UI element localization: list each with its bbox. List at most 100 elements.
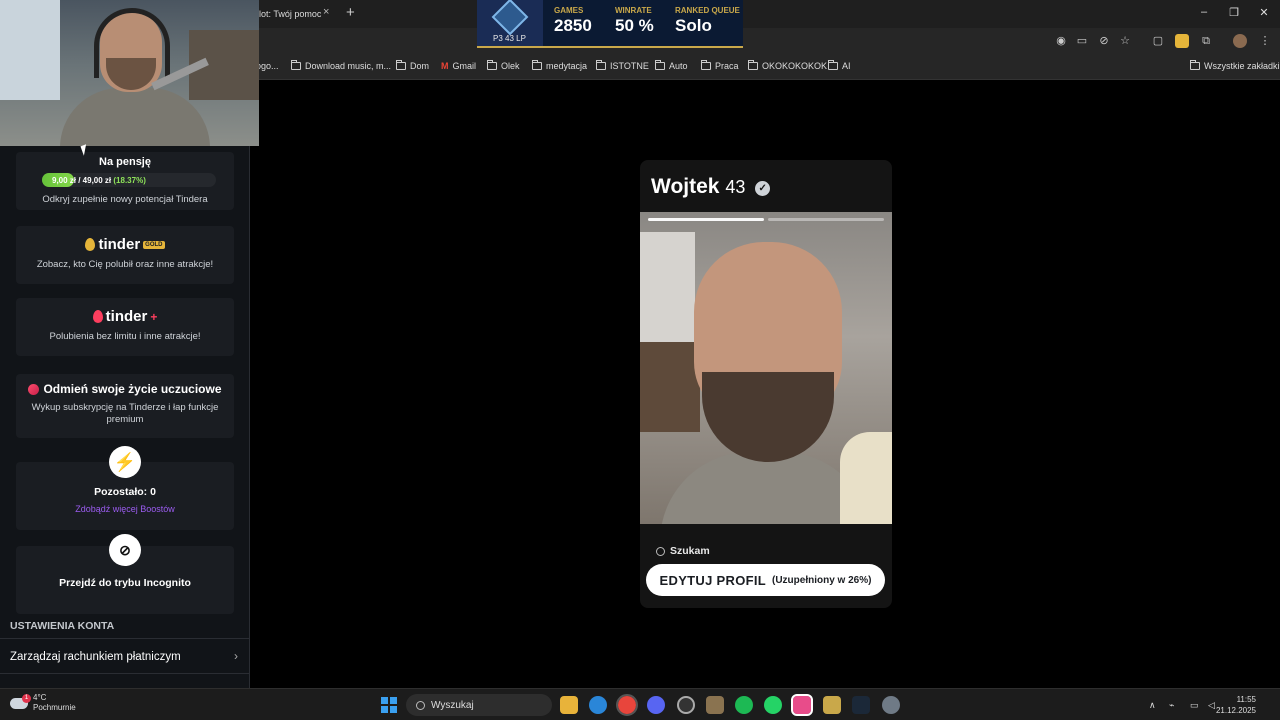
photo-pager-bar[interactable] xyxy=(648,218,764,221)
settings-gear-icon[interactable] xyxy=(882,696,900,714)
bookmark-item[interactable]: OKOKOKOKOK xyxy=(748,60,828,71)
folder-icon xyxy=(532,60,542,70)
bookmark-item[interactable]: Olek xyxy=(487,60,520,71)
close-window-button[interactable]: ✕ xyxy=(1254,6,1274,19)
pension-goal-card[interactable]: Na pensję 9,00 zł / 49,00 zł (18.37%) Od… xyxy=(16,152,234,210)
bookmark-label: OKOKOKOKOK xyxy=(762,61,828,71)
stat-value: 2850 xyxy=(554,16,592,35)
bookmark-item[interactable]: ISTOTNE xyxy=(596,60,649,71)
bookmark-label: AI xyxy=(842,61,851,71)
bookmark-label: ISTOTNE xyxy=(610,61,649,71)
bookmark-item[interactable]: M Gmail xyxy=(441,61,476,71)
profile-card: Wojtek 43 ✓ Szukam EDYTUJ PROFIL (Uzupeł… xyxy=(640,160,892,608)
edge-icon[interactable] xyxy=(589,696,607,714)
plus-desc: Polubienia bez limitu i inne atrakcje! xyxy=(49,331,201,342)
new-tab-button[interactable]: + xyxy=(346,4,355,21)
profile-avatar[interactable] xyxy=(1233,34,1247,48)
profile-photo[interactable] xyxy=(640,212,892,524)
folder-icon xyxy=(596,60,606,70)
discord-icon[interactable] xyxy=(647,696,665,714)
spotify-icon[interactable] xyxy=(735,696,753,714)
search-icon xyxy=(656,546,665,556)
bookmark-item[interactable]: Praca xyxy=(701,60,739,71)
pension-title: Na pensję xyxy=(99,156,151,168)
pension-amount: 9,00 zł / 49,00 zł xyxy=(52,176,112,185)
app-icon[interactable] xyxy=(706,696,724,714)
bookmark-item[interactable]: ogo... xyxy=(256,61,279,71)
location-icon[interactable]: ◉ xyxy=(1054,34,1068,48)
gold-desc: Zobacz, kto Cię polubił oraz inne atrakc… xyxy=(36,259,214,270)
verified-icon: ✓ xyxy=(755,181,771,196)
subscription-promo-card[interactable]: Odmień swoje życie uczuciowe Wykup subsk… xyxy=(16,374,234,438)
menu-dots-icon[interactable]: ⋮ xyxy=(1258,34,1272,48)
brand-name: tinder xyxy=(105,308,148,325)
star-icon[interactable]: ☆ xyxy=(1118,34,1132,48)
network-icon[interactable]: ⌁ xyxy=(1169,700,1174,711)
incognito-label: Przejdź do trybu Incognito xyxy=(59,577,191,589)
steam-icon[interactable] xyxy=(852,696,870,714)
all-bookmarks[interactable]: Wszystkie zakładki xyxy=(1190,60,1280,71)
cam-window xyxy=(0,0,60,100)
folder-icon xyxy=(487,60,497,70)
clock-time: 11:55 xyxy=(1236,695,1256,704)
tinder-flame-icon xyxy=(28,383,40,395)
flame-icon xyxy=(85,238,96,251)
photo-pager xyxy=(648,218,884,221)
extension-icon[interactable] xyxy=(1175,34,1189,48)
minimize-button[interactable]: – xyxy=(1194,6,1214,18)
manage-payment-account-row[interactable]: Zarządzaj rachunkiem płatniczym › xyxy=(0,638,250,674)
bookmark-item[interactable]: AI xyxy=(828,60,851,71)
tinder-gold-card[interactable]: tinder GOLD Zobacz, kto Cię polubił oraz… xyxy=(16,226,234,284)
chrome-icon[interactable] xyxy=(616,694,638,716)
weather-text: 4°C Pochmurnie xyxy=(33,693,76,713)
tab-close-icon[interactable]: × xyxy=(323,6,329,18)
eye-off-icon[interactable]: ⊘ xyxy=(1097,34,1111,48)
active-app-icon[interactable] xyxy=(791,694,813,716)
maximize-button[interactable]: ❐ xyxy=(1224,6,1244,19)
bookmark-label: Gmail xyxy=(452,61,477,71)
folder-icon xyxy=(396,60,406,70)
bookmark-item[interactable]: medytacja xyxy=(532,60,588,71)
tab-search-icon[interactable]: ▢ xyxy=(1151,34,1165,48)
edit-profile-button[interactable]: EDYTUJ PROFIL (Uzupełniony w 26%) xyxy=(646,564,885,596)
promo-title: Odmień swoje życie uczuciowe xyxy=(16,382,234,396)
stat-winrate: WINRATE 50 % xyxy=(615,6,654,36)
folder-icon xyxy=(748,60,758,70)
rank-lp: P3 43 LP xyxy=(493,34,526,43)
whatsapp-icon[interactable] xyxy=(764,696,782,714)
photo-pager-bar[interactable] xyxy=(768,218,884,221)
boost-card: ⚡ Pozostało: 0 Zdobądź więcej Boostów xyxy=(16,446,234,530)
flame-icon xyxy=(92,310,103,323)
taskbar-search[interactable]: Wyszukaj xyxy=(406,694,552,716)
volume-icon[interactable]: ◁ xyxy=(1208,700,1215,711)
obs-icon[interactable] xyxy=(677,696,695,714)
browser-tab[interactable]: lot: Twój pomoc xyxy=(255,2,343,26)
start-button[interactable] xyxy=(381,697,397,713)
tinder-plus-card[interactable]: tinder + Polubienia bez limitu i inne at… xyxy=(16,298,234,356)
bookmark-label: Dom xyxy=(410,61,430,71)
incognito-card[interactable]: ⊘ Przejdź do trybu Incognito xyxy=(16,534,234,614)
bookmark-item[interactable]: Dom xyxy=(396,60,430,71)
tinder-gold-logo: tinder GOLD xyxy=(16,236,234,253)
bookmark-item[interactable]: Auto xyxy=(655,60,688,71)
file-explorer-icon[interactable] xyxy=(560,696,578,714)
bookmark-label: Olek xyxy=(501,61,520,71)
weather-widget[interactable]: 1 4°C Pochmurnie xyxy=(10,693,76,713)
league-client-icon[interactable] xyxy=(823,696,841,714)
extensions-puzzle-icon[interactable]: ⧉ xyxy=(1199,34,1213,48)
folder-icon xyxy=(828,60,838,70)
photo-bookshelf xyxy=(640,342,700,432)
stat-label: WINRATE xyxy=(615,6,652,15)
cast-icon[interactable]: ▭ xyxy=(1075,34,1089,48)
folder-icon xyxy=(1190,60,1200,70)
account-settings-header: USTAWIENIA KONTA xyxy=(10,620,115,632)
profile-name-row: Wojtek 43 ✓ xyxy=(651,175,771,199)
get-more-boosts-link[interactable]: Zdobądź więcej Boostów xyxy=(16,504,234,514)
bookmark-label: medytacja xyxy=(546,61,588,71)
clock[interactable]: 11:55 21.12.2025 xyxy=(1216,694,1256,716)
weather-desc: Pochmurnie xyxy=(33,703,76,712)
tray-chevron-up-icon[interactable]: ∧ xyxy=(1149,700,1156,711)
bookmark-item[interactable]: Download music, m... xyxy=(291,60,391,71)
gmail-icon: M xyxy=(441,61,449,71)
display-icon[interactable]: ▭ xyxy=(1190,700,1199,711)
